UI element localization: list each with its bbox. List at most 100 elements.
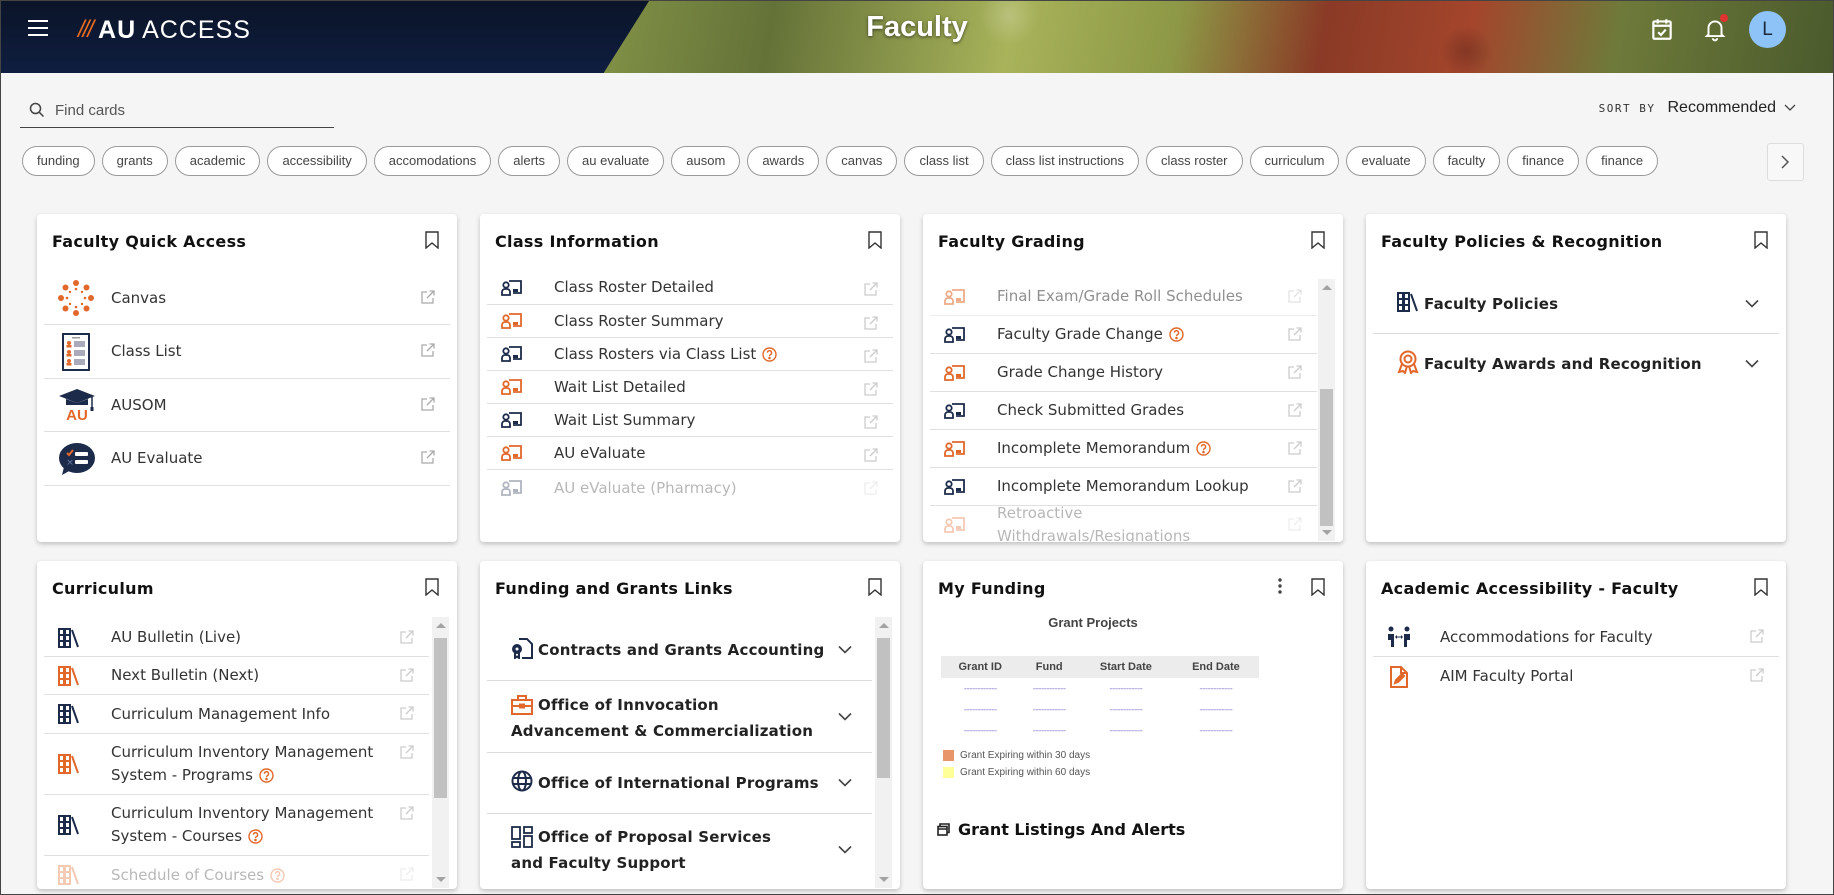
external-link-icon[interactable] [420,396,436,412]
external-link-icon[interactable] [863,315,879,331]
filter-chip[interactable]: awards [747,146,820,176]
filter-chip[interactable]: faculty [1432,146,1501,176]
bookmark-icon[interactable] [868,231,882,249]
list-item[interactable]: Class Roster Summary [487,305,893,338]
list-item[interactable]: Curriculum Inventory Management System -… [44,734,429,795]
more-options-icon[interactable] [1277,578,1283,594]
chevron-down-icon[interactable] [838,778,852,788]
external-link-icon[interactable] [1749,628,1765,644]
external-link-icon[interactable] [1287,288,1303,304]
accordion-faculty-awards[interactable]: Faculty Awards and Recognition [1373,334,1779,394]
accordion-contracts-grants-accounting[interactable]: Contracts and Grants Accounting [487,619,872,681]
list-item[interactable]: Curriculum Management Info [44,695,429,734]
list-item[interactable]: Retroactive Withdrawals/Resignations [930,504,1317,542]
list-item[interactable]: Final Exam/Grade Roll Schedules [930,278,1317,316]
chevron-down-icon[interactable] [1745,299,1759,308]
search-input[interactable] [55,101,315,119]
external-link-icon[interactable] [1287,440,1303,456]
au-access-logo[interactable]: /// AU ACCESS [78,15,251,45]
external-link-icon[interactable] [863,281,879,297]
filter-chip[interactable]: funding [22,146,95,176]
scroll-up-arrow-icon[interactable] [1322,285,1332,290]
scroll-up-arrow-icon[interactable] [879,623,889,628]
filter-chip[interactable]: canvas [826,146,898,176]
sort-control[interactable]: SORT BY Recommended [1599,99,1796,117]
find-cards-search[interactable] [20,93,334,128]
filter-chip[interactable]: class roster [1146,146,1243,176]
external-link-icon[interactable] [863,414,879,430]
list-item-ausom[interactable]: AU AUSOM [44,379,450,432]
scroll-down-arrow-icon[interactable] [436,877,446,882]
chips-scroll-right-button[interactable] [1767,143,1804,181]
list-item[interactable]: Incomplete Memorandum Lookup [930,468,1317,506]
grading-scrollbar[interactable] [1318,279,1335,541]
help-question-icon[interactable] [1169,327,1184,342]
external-link-icon[interactable] [1287,402,1303,418]
scroll-up-arrow-icon[interactable] [436,623,446,628]
filter-chip[interactable]: curriculum [1249,146,1340,176]
calendar-check-icon[interactable] [1649,16,1675,42]
help-question-icon[interactable] [1196,441,1211,456]
list-item-au-evaluate[interactable]: × AU Evaluate [44,432,450,486]
scrollbar-thumb[interactable] [877,638,890,778]
bookmark-icon[interactable] [1754,578,1768,596]
bookmark-icon[interactable] [425,231,439,249]
external-link-icon[interactable] [863,480,879,496]
list-item[interactable]: Schedule of Courses [44,856,429,889]
scrollbar-thumb[interactable] [434,638,447,798]
external-link-icon[interactable] [399,866,415,882]
list-item[interactable]: Check Submitted Grades [930,392,1317,430]
list-item-class-list[interactable]: Class List [44,325,450,379]
external-link-icon[interactable] [420,289,436,305]
help-question-icon[interactable] [259,768,274,783]
list-item[interactable]: Wait List Summary [487,404,893,437]
help-question-icon[interactable] [248,829,263,844]
list-item[interactable]: AU eValuate [487,437,893,470]
list-item-accommodations[interactable]: Accommodations for Faculty [1373,618,1779,657]
accordion-faculty-policies[interactable]: Faculty Policies [1373,274,1779,334]
list-item[interactable]: Faculty Grade Change [930,316,1317,354]
bookmark-icon[interactable] [425,578,439,596]
filter-chip[interactable]: accessibility [267,146,367,176]
external-link-icon[interactable] [399,744,415,760]
curriculum-scrollbar[interactable] [432,617,449,888]
chevron-down-icon[interactable] [838,645,852,654]
list-item[interactable]: AU Bulletin (Live) [44,619,429,657]
external-link-icon[interactable] [1287,516,1303,532]
external-link-icon[interactable] [863,381,879,397]
list-item-canvas[interactable]: Canvas [44,272,450,325]
filter-chip[interactable]: grants [101,146,168,176]
bookmark-icon[interactable] [868,578,882,596]
filter-chip[interactable]: alerts [498,146,561,176]
list-item-aim-portal[interactable]: AIM Faculty Portal [1373,657,1779,696]
filter-chip[interactable]: finance [1507,146,1580,176]
chevron-down-icon[interactable] [838,845,852,855]
help-question-icon[interactable] [762,346,777,362]
filter-chip[interactable]: evaluate [1346,146,1426,176]
filter-chip[interactable]: accomodations [373,146,492,176]
list-item[interactable]: Grade Change History [930,354,1317,392]
accordion-international-programs[interactable]: Office of International Programs [487,753,872,814]
bookmark-icon[interactable] [1311,231,1325,249]
external-link-icon[interactable] [420,449,436,465]
list-item[interactable]: Wait List Detailed [487,371,893,404]
accordion-proposal-services[interactable]: Office of Proposal Services and Faculty … [487,814,872,886]
chevron-down-icon[interactable] [1745,359,1759,369]
accordion-office-innovation[interactable]: Office of Innvocation Advancement & Comm… [487,681,872,753]
menu-hamburger-icon[interactable] [28,20,48,38]
external-link-icon[interactable] [1287,478,1303,494]
scroll-down-arrow-icon[interactable] [879,877,889,882]
funding-links-scrollbar[interactable] [875,617,892,888]
external-link-icon[interactable] [399,805,415,821]
bookmark-icon[interactable] [1311,578,1325,596]
filter-chip[interactable]: au evaluate [567,146,665,176]
filter-chip[interactable]: finance [1586,146,1659,176]
chevron-down-icon[interactable] [1784,104,1796,112]
external-link-icon[interactable] [863,447,879,463]
filter-chip[interactable]: class list [904,146,984,176]
list-item[interactable]: Class Roster Detailed [487,271,893,305]
list-item[interactable]: Next Bulletin (Next) [44,657,429,695]
external-link-icon[interactable] [863,348,879,364]
help-question-icon[interactable] [270,867,285,883]
filter-chip[interactable]: ausom [671,146,741,176]
